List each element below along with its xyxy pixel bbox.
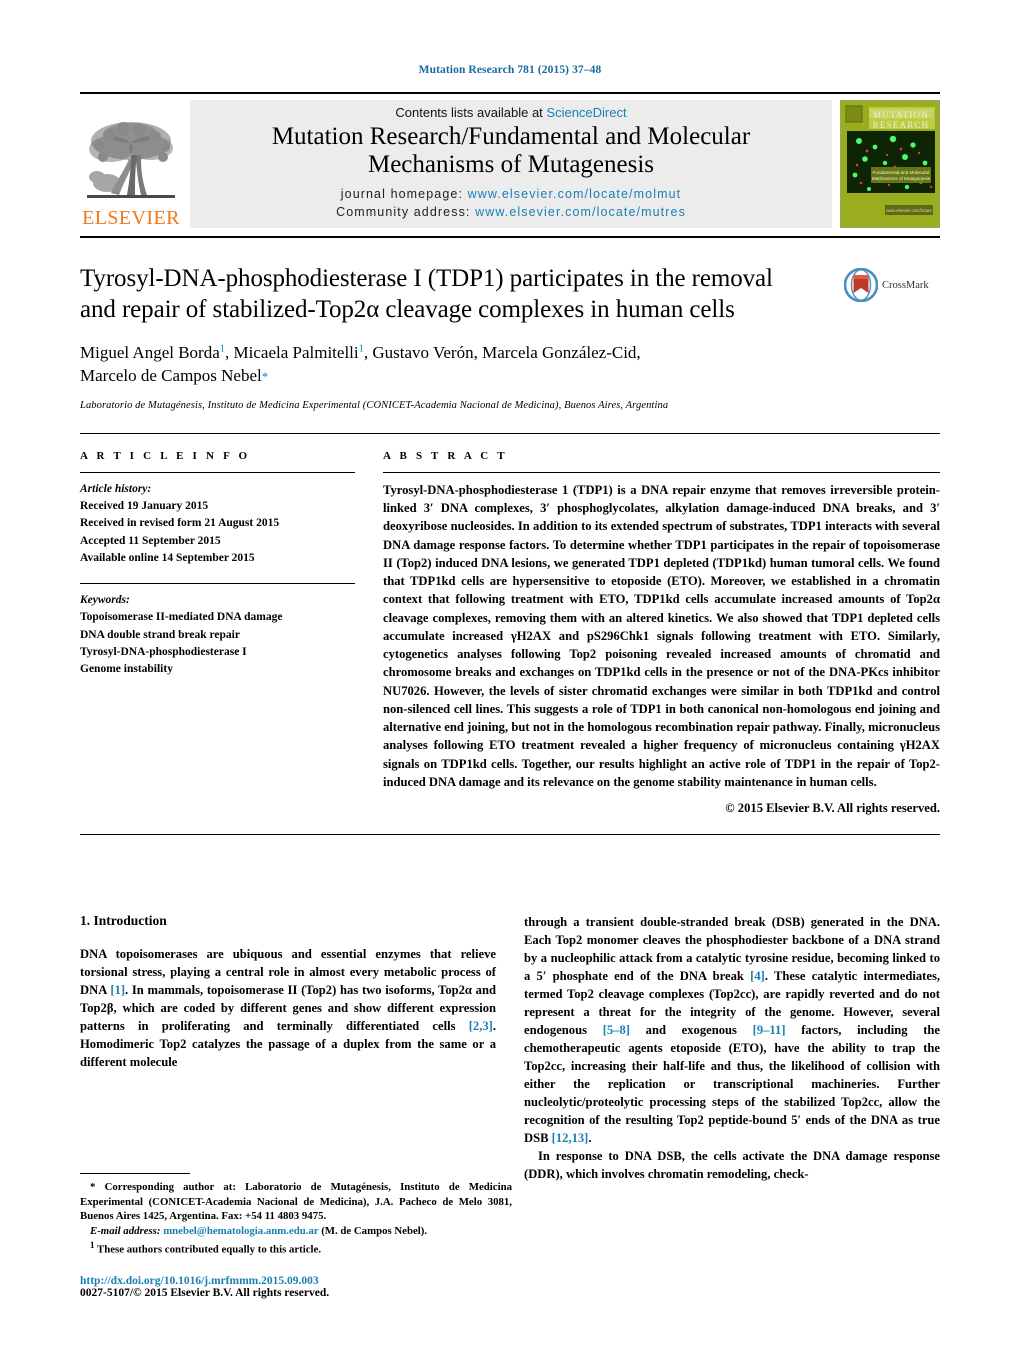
svg-text:RESEARCH: RESEARCH <box>873 120 930 130</box>
introduction-paragraph-left: DNA topoisomerases are ubiquous and esse… <box>80 945 496 1071</box>
elsevier-wordmark: ELSEVIER <box>82 207 180 229</box>
footnote-email: E-mail address: mnebel@hematologia.anm.e… <box>80 1224 512 1239</box>
journal-cover-thumbnail: MUTATION RESEARCH Fundamental and Molecu… <box>840 100 940 228</box>
svg-text:MUTATION: MUTATION <box>873 110 929 120</box>
citation-ref-4[interactable]: [4] <box>750 969 765 983</box>
masthead-bottom-rule <box>80 236 940 238</box>
journal-homepage-line: journal homepage: www.elsevier.com/locat… <box>190 185 832 203</box>
keywords-rule <box>80 583 355 585</box>
citation-ref-9-11[interactable]: [9–11] <box>753 1023 786 1037</box>
citation-ref-12-13[interactable]: [12,13] <box>552 1131 589 1145</box>
doi-link[interactable]: http://dx.doi.org/10.1016/j.mrfmmm.2015.… <box>80 1275 512 1287</box>
history-received: Received 19 January 2015 <box>80 500 209 513</box>
keyword-item-3: Tyrosyl-DNA-phosphodiesterase I <box>80 645 247 658</box>
footnote-email-suffix: (M. de Campos Nebel). <box>318 1225 428 1238</box>
abstract-bottom-rule <box>80 834 940 836</box>
homepage-url-link[interactable]: www.elsevier.com/locate/molmut <box>468 187 682 201</box>
intro-right-text-5: . <box>588 1131 592 1146</box>
abstract-copyright: © 2015 Elsevier B.V. All rights reserved… <box>725 801 940 816</box>
footnote-email-label: E-mail address: <box>90 1225 161 1238</box>
svg-text:Fundamental and Molecular: Fundamental and Molecular <box>873 170 930 175</box>
journal-cover-art: MUTATION RESEARCH Fundamental and Molecu… <box>841 101 939 227</box>
community-url-link[interactable]: www.elsevier.com/locate/mutres <box>475 205 686 219</box>
contents-prefix: Contents lists available at <box>395 104 547 120</box>
svg-text:www.elsevier.com/locate: www.elsevier.com/locate <box>886 208 932 213</box>
author-palmitelli-prefix: , Micaela Palmitelli <box>225 343 359 362</box>
author-nebel: Marcelo de Campos Nebel <box>80 366 262 386</box>
history-revised: Received in revised form 21 August 2015 <box>80 517 280 530</box>
footnote-equal-contribution: 1 These authors contributed equally to t… <box>80 1239 512 1257</box>
community-label: Community address: <box>336 205 471 219</box>
article-page: Mutation Research 781 (2015) 37–48 ELSEV… <box>0 0 1020 1351</box>
body-columns: 1. Introduction DNA topoisomerases are u… <box>80 913 940 1183</box>
article-info-heading: A R T I C L E I N F O <box>80 449 251 462</box>
author-list: Miguel Angel Borda1, Micaela Palmitelli1… <box>80 341 832 388</box>
citation-ref-1[interactable]: [1] <box>110 983 125 997</box>
issn-copyright-line: 0027-5107/© 2015 Elsevier B.V. All right… <box>80 1287 330 1299</box>
abstract-text: Tyrosyl-DNA-phosphodiesterase 1 (TDP1) i… <box>383 482 940 789</box>
article-info-rule <box>80 471 355 473</box>
abstract-column: A B S T R A C T Tyrosyl-DNA-phosphodiest… <box>383 450 940 816</box>
footnote-corresponding-text: Corresponding author at: Laboratorio de … <box>80 1181 512 1223</box>
journal-title-line-1: Mutation Research/Fundamental and Molecu… <box>271 122 751 150</box>
doi-block: http://dx.doi.org/10.1016/j.mrfmmm.2015.… <box>80 1275 512 1299</box>
introduction-heading: 1. Introduction <box>80 913 167 929</box>
masthead-center: Contents lists available at ScienceDirec… <box>190 100 832 228</box>
footnote-corresponding-author: * Corresponding author at: Laboratorio d… <box>80 1180 512 1224</box>
svg-text:Mechanisms of Mutagenesis: Mechanisms of Mutagenesis <box>872 176 931 181</box>
journal-title: Mutation Research/Fundamental and Molecu… <box>190 123 832 179</box>
body-column-right: through a transient double-stranded brea… <box>524 913 940 1183</box>
title-bottom-rule <box>80 432 940 434</box>
keywords-label: Keywords: <box>80 594 130 607</box>
running-head: Mutation Research 781 (2015) 37–48 <box>418 64 602 76</box>
intro-left-text-2: . In mammals, topoisomerase II (Top2) ha… <box>80 983 496 1034</box>
corresponding-author-marker[interactable]: * <box>262 369 269 384</box>
footnote-equal-contribution-text: These authors contributed equally to thi… <box>94 1243 322 1256</box>
intro-right-text-4: factors, including the chemotherapeutic … <box>524 1023 941 1146</box>
abstract-heading: A B S T R A C T <box>383 449 508 462</box>
keyword-item-1: Topoisomerase II-mediated DNA damage <box>80 611 283 624</box>
community-address-line: Community address: www.elsevier.com/loca… <box>190 203 832 221</box>
paper-title-line-2: and repair of stabilized-Top2α cleavage … <box>80 295 735 323</box>
crossmark-icon <box>844 268 878 302</box>
article-history-label: Article history: <box>80 482 152 495</box>
page-title: Tyrosyl-DNA-phosphodiesterase I (TDP1) p… <box>80 264 832 325</box>
contents-list-line: Contents lists available at ScienceDirec… <box>190 105 832 120</box>
keyword-item-2: DNA double strand break repair <box>80 628 240 641</box>
article-info-column: A R T I C L E I N F O Article history: R… <box>80 450 383 816</box>
info-abstract-region: A R T I C L E I N F O Article history: R… <box>80 450 940 816</box>
keyword-item-4: Genome instability <box>80 663 173 676</box>
article-history-block: Article history: Received 19 January 201… <box>80 481 355 567</box>
citation-ref-2-3[interactable]: [2,3] <box>469 1019 493 1033</box>
title-column: Tyrosyl-DNA-phosphodiesterase I (TDP1) p… <box>80 264 844 411</box>
title-block: Tyrosyl-DNA-phosphodiesterase I (TDP1) p… <box>80 264 940 411</box>
homepage-label: journal homepage: <box>340 186 464 201</box>
citation-ref-5-8[interactable]: [5–8] <box>603 1023 630 1037</box>
journal-masthead: ELSEVIER Contents lists available at Sci… <box>80 92 940 228</box>
footnote-email-link[interactable]: mnebel@hematologia.anm.edu.ar <box>163 1225 318 1237</box>
crossmark-badge[interactable]: CrossMark <box>844 264 940 302</box>
elsevier-logo: ELSEVIER <box>80 100 182 228</box>
authors-rest-line-1: , Gustavo Verón, Marcela González-Cid, <box>363 343 641 362</box>
intro-right-text-3: and exogenous <box>629 1023 753 1038</box>
keywords-block: Keywords: Topoisomerase II-mediated DNA … <box>80 592 355 678</box>
introduction-paragraph-right-2: In response to DNA DSB, the cells activa… <box>524 1149 940 1182</box>
journal-title-line-2: Mechanisms of Mutagenesis <box>367 150 655 178</box>
history-online: Available online 14 September 2015 <box>80 551 255 564</box>
history-accepted: Accepted 11 September 2015 <box>80 534 221 547</box>
introduction-paragraph-right: through a transient double-stranded brea… <box>524 913 940 1147</box>
affiliation: Laboratorio de Mutagénesis, Instituto de… <box>80 399 669 411</box>
elsevier-tree-icon <box>85 115 177 207</box>
footnote-rule <box>80 1173 190 1175</box>
crossmark-label: CrossMark <box>882 279 929 291</box>
abstract-rule <box>383 471 940 473</box>
paper-title-line-1: Tyrosyl-DNA-phosphodiesterase I (TDP1) p… <box>80 265 773 292</box>
sciencedirect-link[interactable]: ScienceDirect <box>546 105 626 120</box>
body-column-left: 1. Introduction DNA topoisomerases are u… <box>80 913 496 1183</box>
footnotes-region: * Corresponding author at: Laboratorio d… <box>80 1173 512 1299</box>
author-borda: Miguel Angel Borda <box>80 343 220 362</box>
